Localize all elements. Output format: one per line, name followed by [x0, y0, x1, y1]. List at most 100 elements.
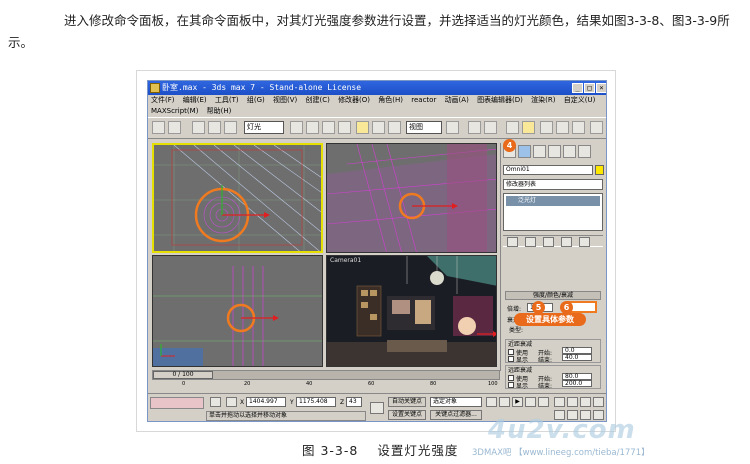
move-icon[interactable]	[356, 121, 369, 134]
ruler-tick-60: 60	[368, 381, 375, 387]
menu-bar: 文件(F) 编辑(E) 工具(T) 组(G) 视图(V) 创建(C) 修改器(O…	[148, 95, 606, 117]
maximize-button[interactable]: □	[584, 83, 595, 93]
menu-group[interactable]: 组(G)	[247, 95, 265, 106]
render-scene-icon[interactable]	[556, 121, 569, 134]
intensity-rollout-header[interactable]: 强度/颜色/衰减	[505, 291, 601, 300]
remove-modifier-icon[interactable]	[561, 237, 572, 247]
x-coordinate-field[interactable]: 1404.997	[246, 397, 286, 407]
menu-character[interactable]: 角色(H)	[378, 95, 403, 106]
show-end-result-icon[interactable]	[525, 237, 536, 247]
material-editor-icon[interactable]	[540, 121, 553, 134]
far-end-spinner[interactable]: 200.0	[562, 380, 592, 387]
time-slider-track[interactable]: 0 / 100	[152, 370, 500, 380]
maxscript-listener[interactable]	[150, 397, 204, 409]
align-icon[interactable]	[522, 121, 535, 134]
zoom-icon[interactable]	[554, 397, 565, 407]
menu-animation[interactable]: 动画(A)	[445, 95, 469, 106]
menu-file[interactable]: 文件(F)	[151, 95, 175, 106]
main-toolbar: 灯光 视图	[148, 117, 606, 139]
display-tab-icon[interactable]	[563, 145, 576, 158]
menu-customize[interactable]: 自定义(U)	[564, 95, 596, 106]
quick-render-icon[interactable]	[572, 121, 585, 134]
menu-reactor[interactable]: reactor	[411, 95, 436, 106]
menu-create[interactable]: 创建(C)	[305, 95, 329, 106]
undo-icon[interactable]	[152, 121, 165, 134]
menu-tools[interactable]: 工具(T)	[215, 95, 239, 106]
go-to-start-icon[interactable]	[486, 397, 497, 407]
region-icon[interactable]	[322, 121, 335, 134]
next-frame-icon[interactable]	[525, 397, 536, 407]
object-name-field[interactable]: Omni01	[503, 165, 593, 175]
viewport-front[interactable]	[326, 143, 497, 253]
unlink-icon[interactable]	[208, 121, 221, 134]
configure-sets-icon[interactable]	[579, 237, 590, 247]
auto-key-button[interactable]: 自动关键点	[388, 397, 426, 407]
y-coordinate-field[interactable]: 1175.408	[296, 397, 336, 407]
far-use-checkbox[interactable]	[508, 375, 514, 381]
menu-help[interactable]: 帮助(H)	[207, 106, 232, 117]
z-coordinate-field[interactable]: 43	[346, 397, 362, 407]
ref-coord-dropdown[interactable]: 视图	[406, 121, 442, 134]
bind-icon[interactable]	[224, 121, 237, 134]
window-title: 卧室.max - 3ds max 7 - Stand-alone License	[162, 83, 362, 92]
key-filters-button[interactable]: 关键点过滤器...	[430, 410, 482, 420]
minimize-button[interactable]: _	[572, 83, 583, 93]
modifier-list-dropdown[interactable]: 修改器列表	[503, 179, 603, 190]
pivot-icon[interactable]	[446, 121, 459, 134]
menu-views[interactable]: 视图(V)	[273, 95, 297, 106]
near-start-spinner[interactable]: 0.0	[562, 347, 592, 354]
menu-graph-editors[interactable]: 图表编辑器(D)	[477, 95, 523, 106]
near-show-checkbox[interactable]	[508, 356, 514, 362]
key-mode-icon[interactable]	[370, 402, 384, 414]
far-atten-group: 远距衰减 使用 显示 开始: 80.0 结束: 200.0	[505, 365, 601, 390]
play-icon[interactable]: ▶	[512, 397, 523, 407]
near-end-spinner[interactable]: 40.0	[562, 354, 592, 361]
zoom-extents-all-icon[interactable]	[593, 397, 604, 407]
near-use-checkbox[interactable]	[508, 349, 514, 355]
lock-selection-icon[interactable]	[210, 397, 221, 407]
menu-rendering[interactable]: 渲染(R)	[531, 95, 555, 106]
near-atten-group: 近距衰减 使用 显示 开始: 0.0 结束: 40.0	[505, 339, 601, 364]
scale-icon[interactable]	[388, 121, 401, 134]
far-show-checkbox[interactable]	[508, 382, 514, 388]
multiplier-label: 倍增:	[507, 306, 522, 313]
title-bar: 卧室.max - 3ds max 7 - Stand-alone License…	[148, 81, 606, 95]
select-icon[interactable]	[290, 121, 303, 134]
snap-icon[interactable]	[468, 121, 481, 134]
menu-modifiers[interactable]: 修改器(O)	[338, 95, 370, 106]
hierarchy-tab-icon[interactable]	[533, 145, 546, 158]
previous-frame-icon[interactable]	[499, 397, 510, 407]
object-color-swatch[interactable]	[595, 165, 604, 175]
time-slider[interactable]: 0 / 100	[153, 371, 213, 379]
angle-snap-icon[interactable]	[484, 121, 497, 134]
set-key-button[interactable]: 设置关键点	[388, 410, 426, 420]
viewport-top[interactable]	[152, 143, 323, 253]
zoom-extents-icon[interactable]	[580, 397, 591, 407]
motion-tab-icon[interactable]	[548, 145, 561, 158]
render-teapot-icon[interactable]	[590, 121, 603, 134]
viewport-left[interactable]	[152, 255, 323, 367]
link-icon[interactable]	[192, 121, 205, 134]
go-to-end-icon[interactable]	[538, 397, 549, 407]
pin-stack-icon[interactable]	[507, 237, 518, 247]
absolute-mode-icon[interactable]	[226, 397, 237, 407]
window-crossing-icon[interactable]	[338, 121, 351, 134]
selected-dropdown[interactable]: 选定对象	[430, 397, 482, 407]
selection-filter-dropdown[interactable]: 灯光	[244, 121, 284, 134]
menu-maxscript[interactable]: MAXScript(M)	[151, 106, 198, 117]
mirror-icon[interactable]	[506, 121, 519, 134]
zoom-all-icon[interactable]	[567, 397, 578, 407]
modify-tab-icon[interactable]	[518, 145, 531, 158]
stack-item-omni[interactable]: 泛光灯	[506, 196, 600, 206]
redo-icon[interactable]	[168, 121, 181, 134]
close-button[interactable]: ×	[596, 83, 606, 93]
viewport-camera[interactable]: Camera01	[326, 255, 497, 367]
make-unique-icon[interactable]	[543, 237, 554, 247]
rotate-icon[interactable]	[372, 121, 385, 134]
menu-edit[interactable]: 编辑(E)	[183, 95, 207, 106]
far-start-spinner[interactable]: 80.0	[562, 373, 592, 380]
near-atten-label: 近距衰减	[508, 341, 533, 348]
select-by-name-icon[interactable]	[306, 121, 319, 134]
utilities-tab-icon[interactable]	[578, 145, 591, 158]
viewport-front-canvas	[327, 144, 496, 252]
